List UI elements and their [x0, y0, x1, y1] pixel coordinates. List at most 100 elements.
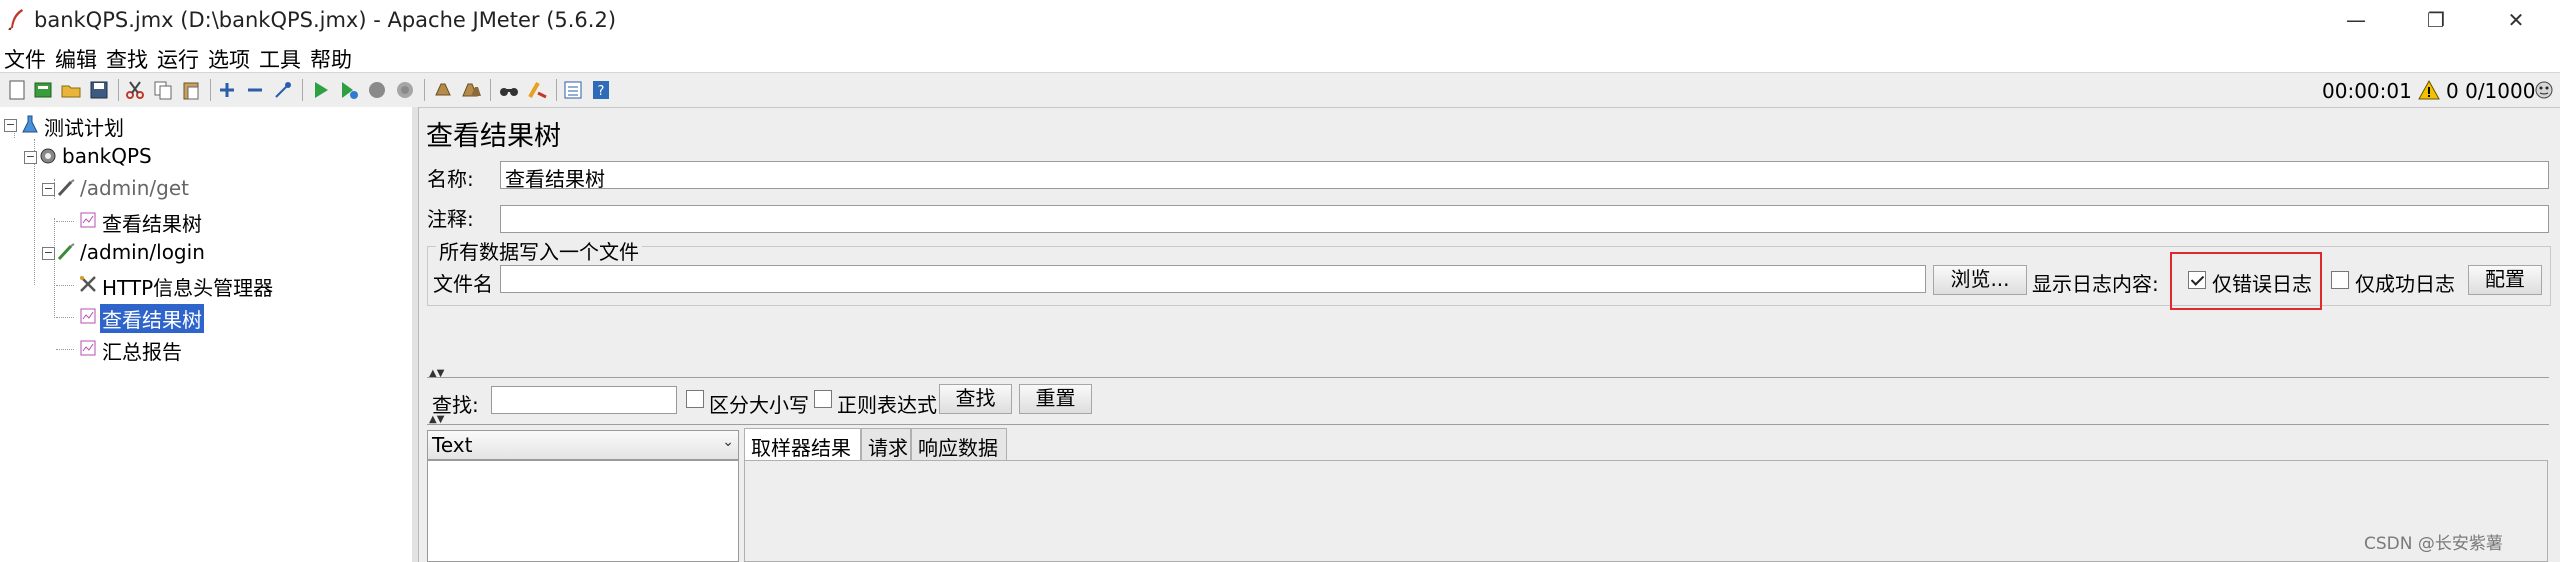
status-counts: 0 0/1000 [2446, 79, 2535, 103]
paste-icon[interactable] [180, 79, 202, 101]
browse-button[interactable]: 浏览... [1933, 265, 2027, 295]
help-icon[interactable]: ? [590, 79, 612, 101]
tree-node-view-results-tree-2[interactable]: 查看结果树 [56, 303, 276, 333]
menu-bar: 文件 编辑 查找 运行 选项 工具 帮助 [0, 40, 2560, 72]
toolbar-separator [118, 79, 119, 101]
tree-node-header-manager[interactable]: HTTP信息头管理器 [56, 271, 316, 300]
templates-icon[interactable] [32, 79, 54, 101]
tree-node-label: /admin/login [80, 240, 205, 264]
cut-icon[interactable] [124, 79, 146, 101]
file-group-title: 所有数据写入一个文件 [436, 236, 642, 265]
sampler-icon [57, 179, 75, 197]
menu-edit[interactable]: 编辑 [55, 44, 97, 74]
toolbar-separator [490, 79, 491, 101]
section-divider[interactable] [427, 424, 2549, 425]
tree-node-label: 测试计划 [44, 116, 124, 140]
clear-all-icon[interactable] [460, 79, 482, 101]
menu-search[interactable]: 查找 [106, 44, 148, 74]
clear-icon[interactable] [432, 79, 454, 101]
jmeter-feather-icon [8, 9, 23, 30]
name-label: 名称: [427, 167, 474, 191]
window-title: bankQPS.jmx (D:\bankQPS.jmx) - Apache JM… [34, 8, 617, 32]
menu-options[interactable]: 选项 [208, 44, 250, 74]
tree-line [56, 349, 74, 350]
find-button[interactable]: 查找 [939, 384, 1012, 414]
tree-node-view-results-tree-1[interactable]: 查看结果树 [56, 207, 276, 236]
tree-node-admin-get[interactable]: − /admin/get [40, 175, 240, 203]
new-icon[interactable] [6, 79, 28, 101]
close-icon: ✕ [2507, 8, 2525, 32]
collapse-toggle-icon[interactable]: − [42, 247, 55, 260]
errors-only-label: 仅错误日志 [2212, 272, 2312, 296]
menu-help[interactable]: 帮助 [310, 44, 352, 74]
header-manager-icon [80, 276, 96, 292]
open-icon[interactable] [60, 79, 82, 101]
expand-icon[interactable] [216, 79, 238, 101]
collapse-toggle-icon[interactable]: − [24, 151, 37, 164]
warning-icon[interactable] [2418, 79, 2440, 101]
tab-response-data[interactable]: 响应数据 [911, 428, 1007, 460]
filename-field[interactable] [500, 265, 1926, 293]
section-divider[interactable] [427, 377, 2549, 378]
tree-node-summary-report[interactable]: 汇总报告 [56, 335, 276, 364]
successes-only-label: 仅成功日志 [2355, 272, 2455, 296]
elapsed-time: 00:00:01 [2322, 79, 2412, 103]
toolbar-separator [210, 79, 211, 101]
sample-result-list[interactable] [427, 460, 739, 562]
renderer-select[interactable]: Text ⌄ [427, 430, 739, 460]
start-no-pause-icon[interactable] [338, 79, 360, 101]
collapse-icon[interactable] [244, 79, 266, 101]
tree-node-admin-login[interactable]: − /admin/login [40, 239, 240, 267]
errors-only-checkbox[interactable] [2188, 271, 2206, 289]
tab-sampler-result[interactable]: 取样器结果 [744, 428, 861, 460]
save-icon[interactable] [88, 79, 110, 101]
menu-run[interactable]: 运行 [157, 44, 199, 74]
start-icon[interactable] [310, 79, 332, 101]
test-plan-icon [22, 115, 38, 133]
comment-field[interactable] [500, 205, 2549, 233]
tree-node-label: 汇总报告 [102, 340, 182, 364]
regex-label: 正则表达式 [837, 393, 937, 417]
toolbar-separator [556, 79, 557, 101]
chevron-down-icon: ⌄ [722, 434, 734, 450]
tree-node-label: 查看结果树 [100, 304, 204, 333]
copy-icon[interactable] [152, 79, 174, 101]
tree-line [56, 221, 74, 222]
search-input[interactable] [491, 386, 677, 414]
successes-only-checkbox[interactable] [2331, 271, 2349, 289]
stop-icon[interactable] [366, 79, 388, 101]
tree-node-test-plan[interactable]: − 测试计划 [0, 111, 200, 140]
panel-splitter[interactable] [412, 107, 419, 562]
restore-icon: ❐ [2427, 8, 2445, 32]
renderer-selected-value: Text [432, 433, 473, 457]
toolbar-separator [424, 79, 425, 101]
tree-node-label: HTTP信息头管理器 [102, 276, 274, 300]
listener-icon [80, 212, 96, 228]
menu-file[interactable]: 文件 [4, 44, 46, 74]
menu-tools[interactable]: 工具 [259, 44, 301, 74]
name-field[interactable]: 查看结果树 [500, 161, 2549, 189]
tree-node-thread-group[interactable]: − bankQPS [20, 143, 220, 171]
collapse-toggle-icon[interactable]: − [42, 183, 55, 196]
configure-button[interactable]: 配置 [2468, 265, 2542, 295]
tab-request[interactable]: 请求 [861, 428, 911, 460]
toggle-icon[interactable] [272, 79, 294, 101]
tree-line [56, 317, 74, 318]
tab-content-area [744, 460, 2548, 562]
shutdown-icon[interactable] [394, 79, 416, 101]
collapse-toggle-icon[interactable]: − [4, 119, 17, 132]
reset-search-icon[interactable] [526, 79, 548, 101]
regex-checkbox[interactable] [814, 390, 832, 408]
search-icon[interactable] [498, 79, 520, 101]
function-helper-icon[interactable] [562, 79, 584, 101]
restore-button[interactable]: ❐ [2400, 0, 2472, 40]
tree-line [56, 285, 74, 286]
close-button[interactable]: ✕ [2480, 0, 2552, 40]
reset-button[interactable]: 重置 [1019, 384, 1092, 414]
svg-text:?: ? [598, 84, 605, 99]
tree-line [54, 218, 55, 318]
sampler-icon [57, 243, 75, 261]
watermark: CSDN @长安紫薯 [2364, 534, 2503, 554]
case-sensitive-checkbox[interactable] [686, 390, 704, 408]
minimize-button[interactable]: — [2320, 0, 2392, 40]
